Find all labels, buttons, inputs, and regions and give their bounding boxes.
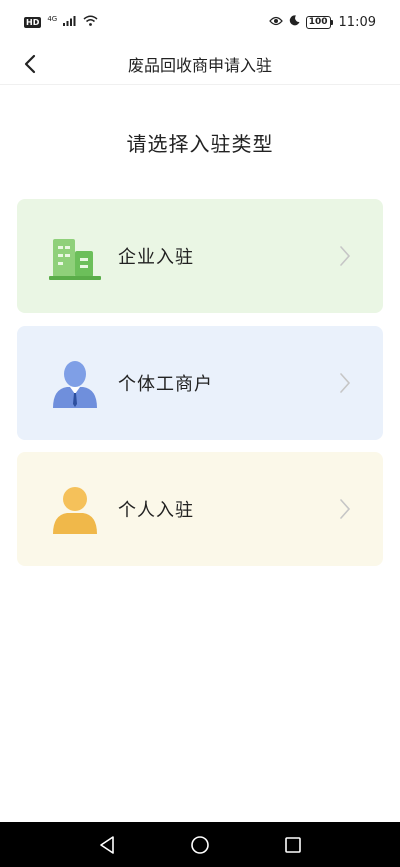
sole-proprietor-option-card[interactable]: 个体工商户 xyxy=(17,326,383,440)
status-left: HD 4G xyxy=(24,15,98,30)
status-right: 100 11:09 xyxy=(268,14,376,30)
chevron-left-icon xyxy=(24,54,36,74)
system-recents-button[interactable] xyxy=(281,833,305,857)
signal-icon xyxy=(63,15,77,30)
circle-home-icon xyxy=(191,835,209,854)
page-title: 废品回收商申请入驻 xyxy=(127,56,272,75)
select-type-heading: 请选择入驻类型 xyxy=(126,132,274,156)
wifi-icon xyxy=(83,15,98,30)
network-type: 4G xyxy=(47,15,58,23)
option-label: 个体工商户 xyxy=(118,374,213,395)
system-nav-bar xyxy=(0,822,400,867)
system-back-button[interactable] xyxy=(95,833,119,857)
hd-badge: HD xyxy=(24,16,42,28)
building-icon xyxy=(47,229,103,285)
businessman-icon xyxy=(47,356,103,412)
personal-option-card[interactable]: 个人入驻 xyxy=(17,452,383,566)
system-home-button[interactable] xyxy=(188,833,212,857)
status-time: 11:09 xyxy=(338,14,376,30)
chevron-right-icon xyxy=(340,373,351,393)
enterprise-option-card[interactable]: 企业入驻 xyxy=(17,199,383,313)
nav-bar: 废品回收商申请入驻 xyxy=(0,44,400,85)
battery-tip xyxy=(330,19,333,25)
square-recents-icon xyxy=(285,836,302,853)
option-label: 企业入驻 xyxy=(118,247,194,268)
triangle-back-icon xyxy=(99,835,114,854)
status-bar: HD 4G 100 11:09 xyxy=(0,0,400,44)
battery-level: 100 xyxy=(305,15,331,29)
back-button[interactable] xyxy=(14,48,46,80)
moon-icon xyxy=(289,14,300,30)
option-label: 个人入驻 xyxy=(118,500,194,521)
battery-indicator: 100 xyxy=(305,15,333,29)
chevron-right-icon xyxy=(340,246,351,266)
person-icon xyxy=(47,482,103,538)
eye-icon xyxy=(268,15,283,30)
chevron-right-icon xyxy=(340,499,351,519)
